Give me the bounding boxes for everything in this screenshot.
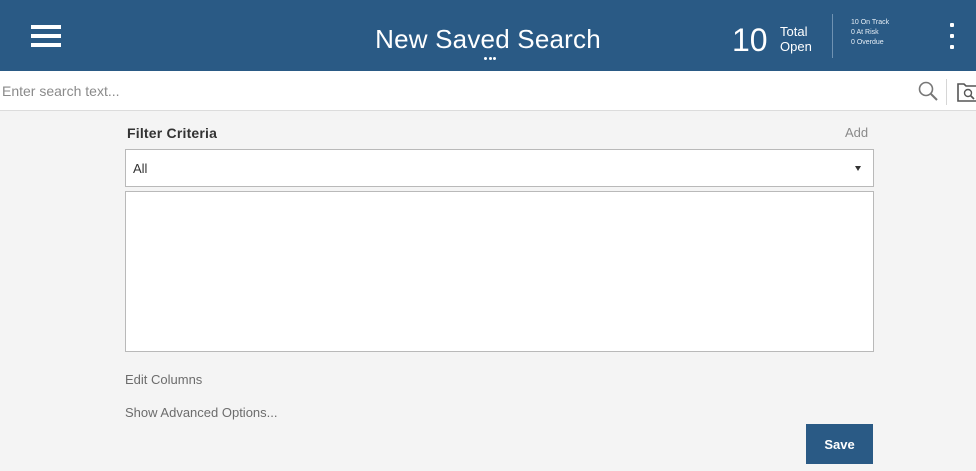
search-input[interactable]	[0, 77, 902, 105]
search-icon[interactable]	[916, 79, 942, 105]
total-open-label: Total Open	[780, 24, 812, 54]
save-button[interactable]: Save	[806, 424, 873, 464]
show-advanced-options-link[interactable]: Show Advanced Options...	[125, 405, 277, 420]
caret-down-icon	[855, 166, 861, 171]
add-filter-link[interactable]: Add	[845, 125, 868, 140]
more-vertical-icon[interactable]	[948, 23, 956, 49]
filter-criteria-label: Filter Criteria	[127, 125, 218, 141]
filter-criteria-select[interactable]: All	[125, 149, 874, 187]
status-on-track: 10 On Track	[851, 19, 890, 26]
total-open-count: 10	[732, 22, 768, 58]
total-label-line2: Open	[780, 39, 812, 54]
hamburger-menu-icon[interactable]	[31, 25, 61, 47]
total-label-line1: Total	[780, 24, 808, 39]
app-header: New Saved Search 10 Total Open 10 On Tra…	[0, 0, 976, 71]
search-divider	[946, 79, 947, 105]
page-title[interactable]: New Saved Search	[375, 24, 601, 54]
saved-search-icon[interactable]	[956, 79, 976, 105]
status-summary: 10 On Track 0 At Risk 0 Overdue	[851, 18, 889, 48]
edit-columns-link[interactable]: Edit Columns	[125, 372, 202, 387]
filter-criteria-list[interactable]	[125, 191, 874, 352]
status-overdue: 0 Overdue	[851, 39, 884, 46]
more-horizontal-icon[interactable]	[484, 57, 496, 63]
header-divider	[832, 14, 833, 58]
status-at-risk: 0 At Risk	[851, 29, 879, 36]
filter-select-value: All	[133, 161, 148, 176]
search-bar	[0, 71, 976, 111]
